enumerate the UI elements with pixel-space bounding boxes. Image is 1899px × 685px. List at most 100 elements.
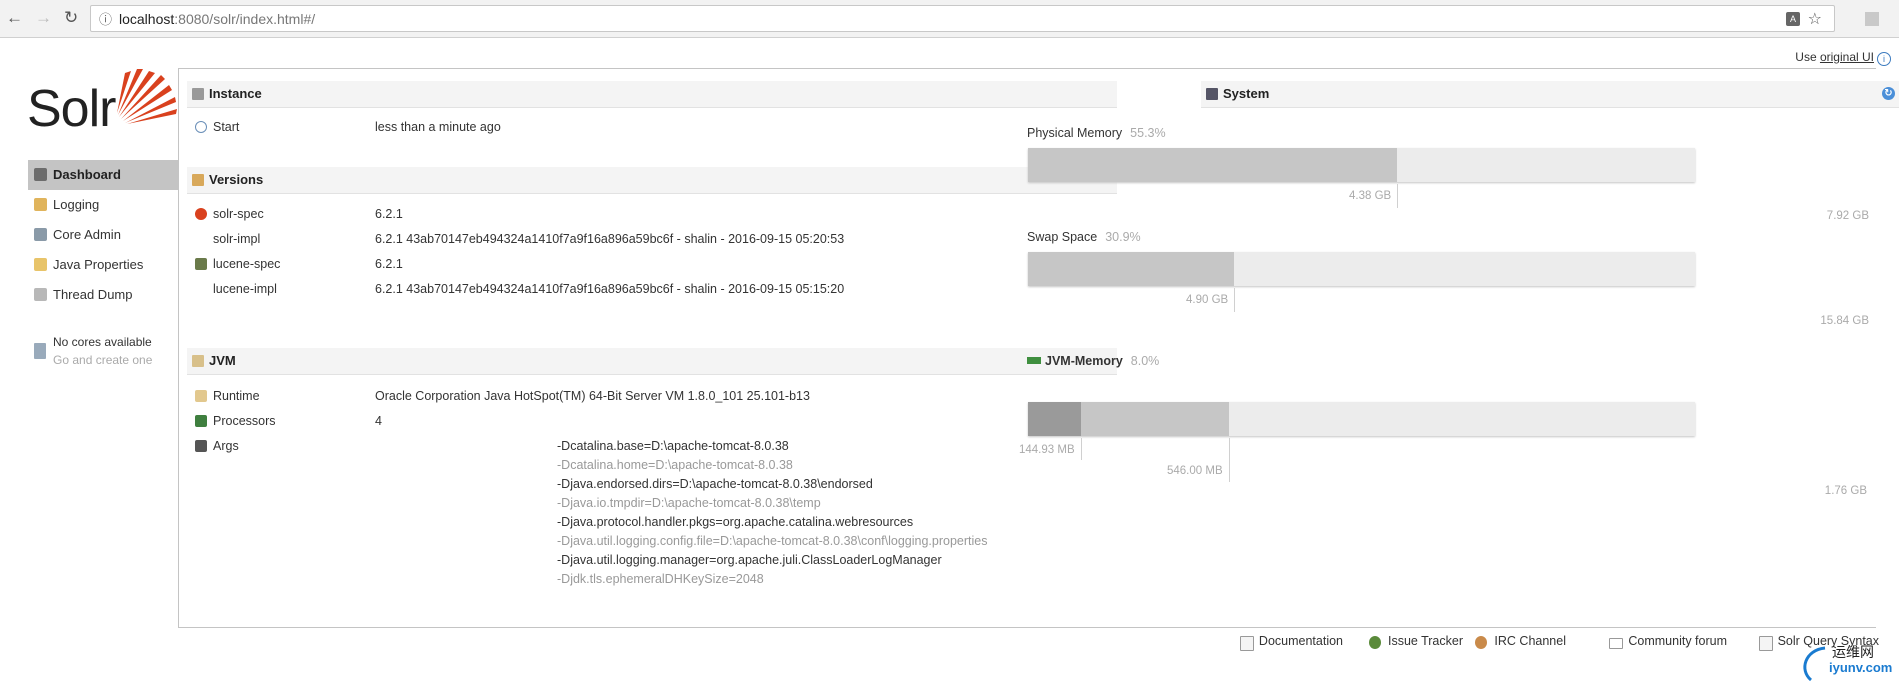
args-label: Args xyxy=(191,438,239,454)
physical-memory-label: Physical Memory 55.3% xyxy=(1027,126,1166,140)
system-header: System ↻ xyxy=(1201,81,1899,108)
jvm-memory-icon xyxy=(1027,357,1041,364)
create-core-link[interactable]: Go and create one xyxy=(53,351,152,369)
start-label: Start xyxy=(191,119,239,135)
lucene-icon xyxy=(195,258,207,270)
sidebar-item-label: Thread Dump xyxy=(53,287,133,302)
sidebar-item-label: Logging xyxy=(53,197,100,212)
jvm-memory-bar xyxy=(1028,402,1695,436)
url-host: localhost xyxy=(119,11,175,27)
use-original-ui: Use original UI i xyxy=(1795,50,1891,66)
version-value: 6.2.1 43ab70147eb494324a1410f7a9f16a896a… xyxy=(375,232,845,246)
no-cores-notice[interactable]: No cores available Go and create one xyxy=(28,333,152,369)
version-value: 6.2.1 xyxy=(375,207,403,221)
solr-logo[interactable]: Solr xyxy=(27,65,177,138)
clock-icon xyxy=(195,121,207,133)
sidebar-item-logging[interactable]: Logging xyxy=(28,190,178,220)
url-text: localhost:8080/solr/index.html#/ xyxy=(119,6,315,33)
version-key: lucene-impl xyxy=(213,282,277,296)
swap-used-label: 4.90 GB xyxy=(1186,294,1229,306)
address-bar[interactable]: ⓘ localhost:8080/solr/index.html#/ A ☆ xyxy=(90,5,1835,32)
syntax-icon xyxy=(1758,636,1773,651)
sidebar-item-thread-dump[interactable]: Thread Dump xyxy=(28,280,178,310)
swap-space-bar xyxy=(1028,252,1695,286)
solr-icon xyxy=(195,208,207,220)
versions-icon xyxy=(192,174,204,186)
sidebar-item-core-admin[interactable]: Core Admin xyxy=(28,220,178,250)
versions-header: Versions xyxy=(187,167,1117,194)
sidebar-item-dashboard[interactable]: Dashboard xyxy=(28,160,178,190)
issue-tracker-link[interactable]: Issue Tracker xyxy=(1368,634,1463,649)
core-admin-icon xyxy=(34,228,47,241)
sidebar-item-label: Core Admin xyxy=(53,227,121,242)
jvm-used-tick xyxy=(1081,438,1082,460)
swap-space-used-fill xyxy=(1028,252,1234,286)
url-path: :8080/solr/index.html#/ xyxy=(174,11,316,27)
jvm-arg: -Djava.protocol.handler.pkgs=org.apache.… xyxy=(557,515,914,529)
no-cores-text: No cores available xyxy=(53,335,152,349)
original-ui-link[interactable]: original UI xyxy=(1820,50,1874,64)
sidebar-item-java-properties[interactable]: Java Properties xyxy=(28,250,178,280)
thread-dump-icon xyxy=(34,288,47,301)
jvm-arg: -Dcatalina.home=D:\apache-tomcat-8.0.38 xyxy=(557,458,793,472)
jvm-arg: -Djava.util.logging.manager=org.apache.j… xyxy=(557,553,942,567)
reload-icon[interactable]: ↻ xyxy=(64,8,78,28)
sidebar: Dashboard Logging Core Admin Java Proper… xyxy=(28,160,178,310)
instance-header: Instance xyxy=(187,81,1117,108)
processors-value: 4 xyxy=(375,414,382,428)
watermark: 运维网 iyunv.com xyxy=(1795,640,1895,685)
processor-chip-icon xyxy=(195,415,207,427)
dashboard-icon xyxy=(34,168,47,181)
logo-wordmark: Solr xyxy=(27,80,116,138)
jvm-memory-label: JVM-Memory 8.0% xyxy=(1027,354,1159,368)
swap-used-tick xyxy=(1234,288,1235,312)
irc-icon xyxy=(1475,636,1488,649)
jvm-arg: -Djava.endorsed.dirs=D:\apache-tomcat-8.… xyxy=(557,477,873,491)
jvm-committed-label: 546.00 MB xyxy=(1167,465,1223,477)
use-text: Use xyxy=(1795,50,1817,64)
jvm-icon xyxy=(192,355,204,367)
jvm-header: JVM xyxy=(187,348,1117,375)
jvm-arg: -Dcatalina.base=D:\apache-tomcat-8.0.38 xyxy=(557,439,789,453)
jvm-arg: -Djava.util.logging.config.file=D:\apach… xyxy=(557,534,988,548)
terminal-icon xyxy=(195,440,207,452)
start-value: less than a minute ago xyxy=(375,120,501,134)
translate-icon[interactable]: A xyxy=(1786,12,1800,26)
info-icon[interactable]: i xyxy=(1877,52,1891,66)
irc-channel-link[interactable]: IRC Channel xyxy=(1475,634,1566,649)
swap-space-percent: 30.9% xyxy=(1105,230,1141,244)
instance-icon xyxy=(192,88,204,100)
physical-memory-used-fill xyxy=(1028,148,1397,182)
physical-total-label: 7.92 GB xyxy=(1826,210,1869,222)
version-key: lucene-spec xyxy=(191,256,280,272)
extension-icon[interactable] xyxy=(1865,12,1879,26)
jvm-committed-tick xyxy=(1229,438,1230,482)
system-monitor-icon xyxy=(1206,88,1218,100)
sidebar-item-label: Java Properties xyxy=(53,257,144,272)
watermark-text-url: iyunv.com xyxy=(1829,660,1893,675)
physical-memory-percent: 55.3% xyxy=(1130,126,1166,140)
java-properties-icon xyxy=(34,258,47,271)
jvm-arg: -Djava.io.tmpdir=D:\apache-tomcat-8.0.38… xyxy=(557,496,821,510)
runtime-label: Runtime xyxy=(191,388,260,404)
documentation-link[interactable]: Documentation xyxy=(1239,634,1343,651)
instance-title: Instance xyxy=(209,86,262,101)
physical-used-tick xyxy=(1397,184,1398,208)
site-info-icon[interactable]: ⓘ xyxy=(99,6,112,33)
browser-toolbar: ← → ↻ ⓘ localhost:8080/solr/index.html#/… xyxy=(0,0,1899,38)
no-cores-icon xyxy=(34,343,46,359)
solr-sun-icon xyxy=(117,69,177,124)
bookmark-star-icon[interactable]: ☆ xyxy=(1808,6,1822,33)
refresh-icon[interactable]: ↻ xyxy=(1882,87,1895,100)
version-key: solr-impl xyxy=(213,232,261,246)
swap-total-label: 15.84 GB xyxy=(1820,315,1869,327)
jvm-memory-percent: 8.0% xyxy=(1130,354,1160,368)
version-value: 6.2.1 xyxy=(375,257,403,271)
back-arrow-icon[interactable]: ← xyxy=(6,8,23,28)
jvm-memory-used-fill xyxy=(1028,402,1081,436)
mail-icon xyxy=(1609,638,1624,649)
community-forum-link[interactable]: Community forum xyxy=(1609,634,1727,649)
watermark-text-cn: 运维网 xyxy=(1832,644,1874,660)
forward-arrow-icon[interactable]: → xyxy=(35,8,52,28)
jvm-arg: -Djdk.tls.ephemeralDHKeySize=2048 xyxy=(557,572,764,586)
